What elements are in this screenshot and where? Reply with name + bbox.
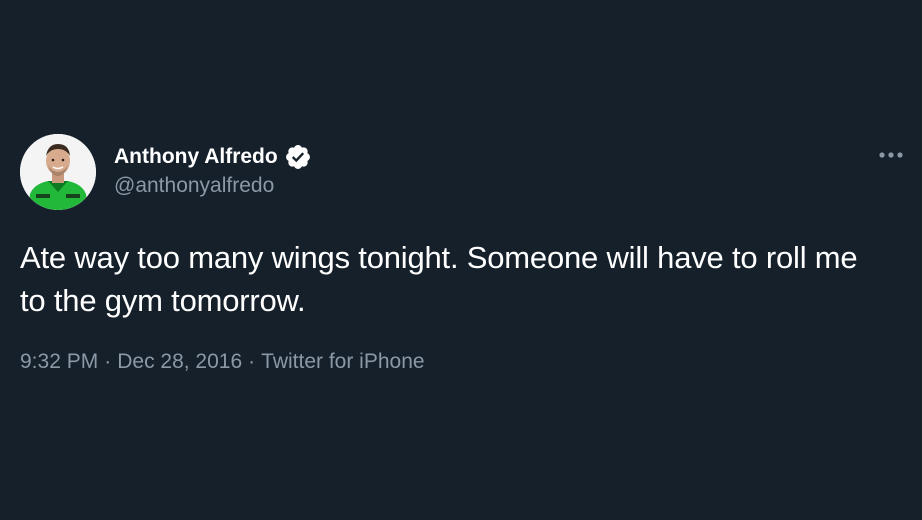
author-display-name[interactable]: Anthony Alfredo bbox=[114, 145, 278, 169]
tweet-source[interactable]: Twitter for iPhone bbox=[261, 350, 424, 374]
tweet-text: Ate way too many wings tonight. Someone … bbox=[20, 240, 858, 318]
author-handle[interactable]: @anthonyalfredo bbox=[114, 174, 274, 198]
tweet-meta: 9:32 PM · Dec 28, 2016 · Twitter for iPhone bbox=[20, 350, 425, 374]
tweet-time[interactable]: 9:32 PM bbox=[20, 350, 98, 374]
meta-separator: · bbox=[248, 350, 256, 373]
tweet-card: Anthony Alfredo @anthonyalfredo Ate way … bbox=[0, 0, 922, 520]
tweet-date[interactable]: Dec 28, 2016 bbox=[117, 350, 242, 374]
avatar-image bbox=[20, 134, 96, 210]
meta-separator: · bbox=[104, 350, 112, 373]
more-options-button[interactable] bbox=[874, 142, 908, 168]
verified-badge-icon bbox=[284, 143, 312, 171]
avatar[interactable] bbox=[20, 134, 96, 210]
author-name-row: Anthony Alfredo bbox=[114, 143, 312, 171]
more-horizontal-icon bbox=[879, 152, 903, 158]
